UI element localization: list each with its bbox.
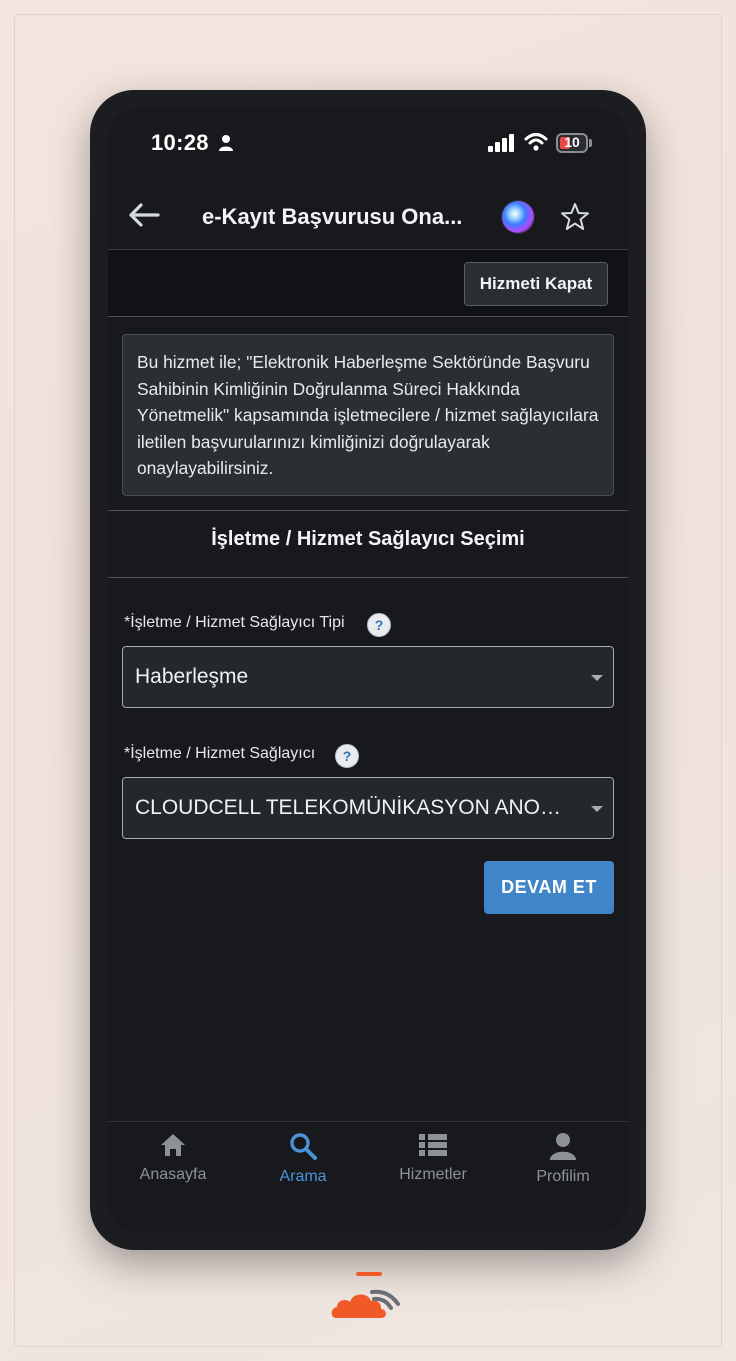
- battery-icon: 10: [556, 133, 592, 153]
- provider-type-value: Haberleşme: [135, 665, 249, 688]
- app-header: e-Kayıt Başvurusu Ona...: [108, 180, 628, 250]
- search-icon: [290, 1133, 317, 1160]
- section-bottom-divider: [108, 577, 628, 578]
- provider-type-help-icon[interactable]: ?: [367, 613, 391, 637]
- nav-item-search[interactable]: Arama: [238, 1132, 368, 1202]
- info-box: Bu hizmet ile; "Elektronik Haberleşme Se…: [122, 334, 614, 496]
- wifi-icon: [524, 133, 548, 151]
- provider-type-label: *İşletme / Hizmet Sağlayıcı Tipi: [124, 614, 345, 631]
- list-icon: [419, 1134, 447, 1156]
- chevron-down-icon: [591, 806, 603, 812]
- nav-label-services: Hizmetler: [399, 1166, 467, 1183]
- phone-frame: 10:28 10 e-Kayıt Başvurusu Ona... Hizmet…: [90, 90, 646, 1250]
- service-toolbar: Hizmeti Kapat: [108, 250, 628, 316]
- status-bar: 10:28 10: [108, 108, 628, 178]
- nav-item-home[interactable]: Anasayfa: [108, 1132, 238, 1202]
- toolbar-divider: [108, 316, 628, 317]
- provider-help-icon[interactable]: ?: [335, 744, 359, 768]
- section-top-divider: [108, 510, 628, 511]
- nav-item-profile[interactable]: Profilim: [498, 1132, 628, 1202]
- battery-level: 10: [564, 134, 580, 150]
- person-status-icon: [219, 135, 233, 151]
- provider-select[interactable]: CLOUDCELL TELEKOMÜNİKASYON ANONİM ŞİRKET…: [122, 777, 614, 839]
- siri-icon[interactable]: [502, 201, 534, 233]
- home-icon: [161, 1134, 185, 1156]
- nav-item-services[interactable]: Hizmetler: [368, 1132, 498, 1202]
- close-service-button[interactable]: Hizmeti Kapat: [464, 262, 608, 306]
- nav-label-search: Arama: [279, 1168, 327, 1185]
- provider-type-select[interactable]: Haberleşme: [122, 646, 614, 708]
- page-title: e-Kayıt Başvurusu Ona...: [202, 204, 463, 229]
- section-title: İşletme / Hizmet Sağlayıcı Seçimi: [211, 528, 525, 550]
- nav-label-home: Anasayfa: [139, 1166, 207, 1183]
- status-time: 10:28: [151, 130, 209, 155]
- star-icon[interactable]: [560, 202, 590, 232]
- bottom-nav: Anasayfa Arama Hizmetler Profilim: [108, 1122, 628, 1232]
- cloud-logo-icon: [331, 1272, 400, 1318]
- provider-value: CLOUDCELL TELEKOMÜNİKASYON ANONİM ŞİRKET…: [135, 796, 573, 819]
- chevron-down-icon: [591, 675, 603, 681]
- continue-button[interactable]: DEVAM ET: [484, 861, 614, 914]
- signal-icon: [488, 134, 514, 152]
- back-arrow-icon[interactable]: [128, 202, 160, 228]
- person-icon: [550, 1133, 576, 1160]
- provider-label: *İşletme / Hizmet Sağlayıcı: [124, 745, 316, 762]
- nav-label-profile: Profilim: [536, 1168, 590, 1185]
- app-screen: 10:28 10 e-Kayıt Başvurusu Ona... Hizmet…: [108, 108, 628, 1232]
